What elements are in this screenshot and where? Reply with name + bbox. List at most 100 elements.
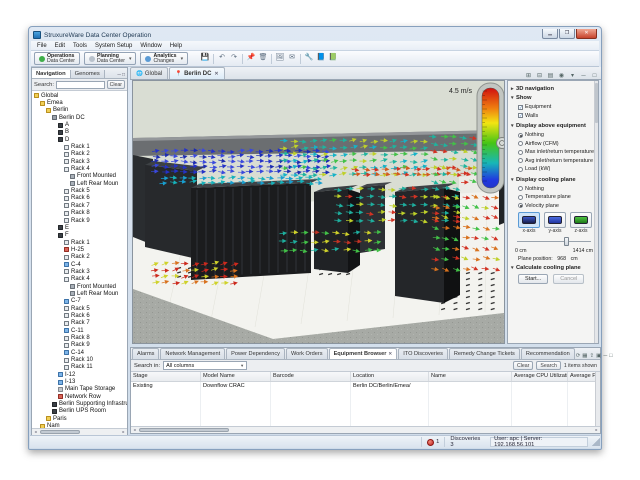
- chevron-down-icon[interactable]: ▾: [181, 56, 184, 62]
- tree-item-left-rear-moun[interactable]: Left Rear Moun: [32, 290, 127, 297]
- mail-icon[interactable]: ✉: [287, 53, 297, 64]
- title-bar[interactable]: StruxureWare Data Center Operation ▁ ❐ ✕: [29, 27, 601, 41]
- clear-search-button[interactable]: Clear: [513, 361, 533, 370]
- minimize-panel-icon[interactable]: ─: [117, 72, 121, 78]
- tree-item-rack-6[interactable]: Rack 6: [32, 312, 127, 319]
- undo-icon[interactable]: ↶: [217, 53, 227, 64]
- tree-item-rack-6[interactable]: Rack 6: [32, 195, 127, 202]
- column-header-stage[interactable]: Stage: [131, 372, 201, 381]
- tree-item-rack-3[interactable]: Rack 3: [32, 158, 127, 165]
- layers-green-icon[interactable]: 📗: [328, 53, 338, 64]
- layout-view-icon[interactable]: ▤: [546, 72, 555, 79]
- tree-item-berlin-dc[interactable]: Berlin DC: [32, 114, 127, 121]
- tree-item-rack-4[interactable]: Rack 4: [32, 276, 127, 283]
- scale-settings-knob[interactable]: [497, 138, 505, 149]
- tree-item-paris[interactable]: Paris: [32, 415, 127, 422]
- tree-item-i-13[interactable]: I-13: [32, 378, 127, 385]
- maximize-window-button[interactable]: ❐: [559, 29, 575, 39]
- delete-icon[interactable]: 🗑: [258, 53, 268, 64]
- tree-item-c-4[interactable]: C-4: [32, 261, 127, 268]
- search-scope-select[interactable]: All columns▼: [163, 361, 247, 370]
- menu-edit[interactable]: Edit: [51, 43, 69, 49]
- tree-item-rack-5[interactable]: Rack 5: [32, 187, 127, 194]
- editor-tab-global[interactable]: 🌐Global: [130, 67, 168, 79]
- column-header-name[interactable]: Name: [429, 372, 512, 381]
- tree-item-front-mounted[interactable]: Front Mounted: [32, 283, 127, 290]
- menu-window[interactable]: Window: [136, 43, 165, 49]
- chevron-down-icon[interactable]: ▾: [129, 56, 132, 62]
- column-header-average-pow-[interactable]: Average Pow...: [568, 372, 597, 381]
- radio-temperature-plane[interactable]: Temperature plane: [511, 193, 597, 202]
- tree-item-rack-11[interactable]: Rack 11: [32, 364, 127, 371]
- panel-tab-navigation[interactable]: Navigation: [32, 70, 71, 78]
- menu-tools[interactable]: Tools: [69, 43, 91, 49]
- tree-item-d[interactable]: D: [32, 136, 127, 143]
- bottom-tab-work-orders[interactable]: Work Orders: [286, 348, 328, 359]
- checkbox-equipment[interactable]: ✓Equipment: [511, 103, 597, 112]
- cancel-button[interactable]: Cancel: [553, 274, 584, 284]
- table-icon[interactable]: ▦: [582, 353, 587, 359]
- datacenter-3d-scene[interactable]: 4.5 m/s: [133, 81, 504, 343]
- bottom-tab-recommendation[interactable]: Recommendation: [521, 348, 575, 359]
- panel-tab-genomes[interactable]: Genomes: [71, 70, 105, 78]
- tree-item-rack-9[interactable]: Rack 9: [32, 342, 127, 349]
- tree-item-c-14[interactable]: C-14: [32, 349, 127, 356]
- tree-item-rack-8[interactable]: Rack 8: [32, 210, 127, 217]
- radio-load-kw-[interactable]: Load (kW): [511, 165, 597, 174]
- table-vertical-scrollbar[interactable]: [595, 372, 600, 426]
- tree-item-i-12[interactable]: I-12: [32, 371, 127, 378]
- tree-clear-button[interactable]: Clear: [107, 80, 125, 89]
- right-panel-scrollbar[interactable]: [594, 81, 598, 343]
- tree-item-h-25[interactable]: H-25: [32, 246, 127, 253]
- bottom-tab-ito-discoveries[interactable]: ITO Discoveries: [398, 348, 448, 359]
- tree-item-rack-2[interactable]: Rack 2: [32, 254, 127, 261]
- plane-position-slider[interactable]: [517, 237, 591, 247]
- tree-item-berlin-ups-room[interactable]: Berlin UPS Room: [32, 408, 127, 415]
- bottom-tab-alarms[interactable]: Alarms: [132, 348, 159, 359]
- split-view-icon[interactable]: ⊟: [535, 72, 544, 79]
- scroll-right-icon[interactable]: ▸: [593, 427, 600, 433]
- tree-item-main-tape-storage[interactable]: Main Tape Storage: [32, 386, 127, 393]
- wrench-icon[interactable]: 🔧: [304, 53, 314, 64]
- menu-help[interactable]: Help: [166, 43, 186, 49]
- tree-item-rack-8[interactable]: Rack 8: [32, 334, 127, 341]
- tree-item-b[interactable]: B: [32, 129, 127, 136]
- column-header-average-cpu-utilization-[interactable]: Average CPU Utilization ...: [512, 372, 568, 381]
- perspective-analytics[interactable]: AnalyticsChanges ▾: [140, 52, 188, 65]
- menu-system-setup[interactable]: System Setup: [91, 43, 136, 49]
- radio-nothing[interactable]: Nothing: [511, 131, 597, 140]
- tree-item-left-rear-moun[interactable]: Left Rear Moun: [32, 180, 127, 187]
- tree-item-rack-3[interactable]: Rack 3: [32, 268, 127, 275]
- tree-item-emea[interactable]: Emea: [32, 99, 127, 106]
- pin-icon[interactable]: 📌: [246, 53, 256, 64]
- maximize-panel-icon[interactable]: □: [609, 353, 612, 359]
- tree-item-rack-2[interactable]: Rack 2: [32, 151, 127, 158]
- table-row[interactable]: ExistingDownflow CRACBerlin DC/Berlin/Em…: [131, 382, 600, 391]
- section-3d-navigation[interactable]: ▸3D navigation: [511, 86, 597, 92]
- radio-airflow-cfm-[interactable]: Airflow (CFM): [511, 140, 597, 149]
- radio-velocity-plane[interactable]: Velocity plane: [511, 202, 597, 211]
- alert-status[interactable]: 1: [421, 437, 444, 447]
- tree-item-c-7[interactable]: C-7: [32, 298, 127, 305]
- tree-item-a[interactable]: A: [32, 121, 127, 128]
- section-display-above-equipment[interactable]: ▾Display above equipment: [511, 123, 597, 129]
- minimize-panel-icon[interactable]: ─: [603, 353, 607, 359]
- tree-horizontal-scrollbar[interactable]: ◂ ▸: [32, 428, 127, 435]
- close-tab-icon[interactable]: ✕: [214, 71, 218, 77]
- resize-grip[interactable]: [592, 438, 600, 446]
- maximize-editor-icon[interactable]: □: [590, 73, 599, 79]
- tree-item-rack-4[interactable]: Rack 4: [32, 165, 127, 172]
- minimize-editor-icon[interactable]: ─: [579, 73, 588, 79]
- tree-item-berlin[interactable]: Berlin: [32, 107, 127, 114]
- radio-nothing[interactable]: Nothing: [511, 185, 597, 194]
- scroll-left-icon[interactable]: ◂: [131, 427, 138, 433]
- save-icon[interactable]: 💾: [200, 53, 210, 64]
- section-show[interactable]: ▾Show: [511, 95, 597, 101]
- y-axis-button[interactable]: [544, 212, 566, 228]
- tree-item-f[interactable]: F: [32, 232, 127, 239]
- bottom-tab-equipment-browser[interactable]: Equipment Browser✕: [329, 348, 398, 359]
- radio-max-inlet-return-temperature[interactable]: Max inlet/return temperature: [511, 148, 597, 157]
- tree-item-front-mounted[interactable]: Front Mounted: [32, 173, 127, 180]
- checkbox-walls[interactable]: ✓Walls: [511, 112, 597, 121]
- tree-item-global[interactable]: Global: [32, 92, 127, 99]
